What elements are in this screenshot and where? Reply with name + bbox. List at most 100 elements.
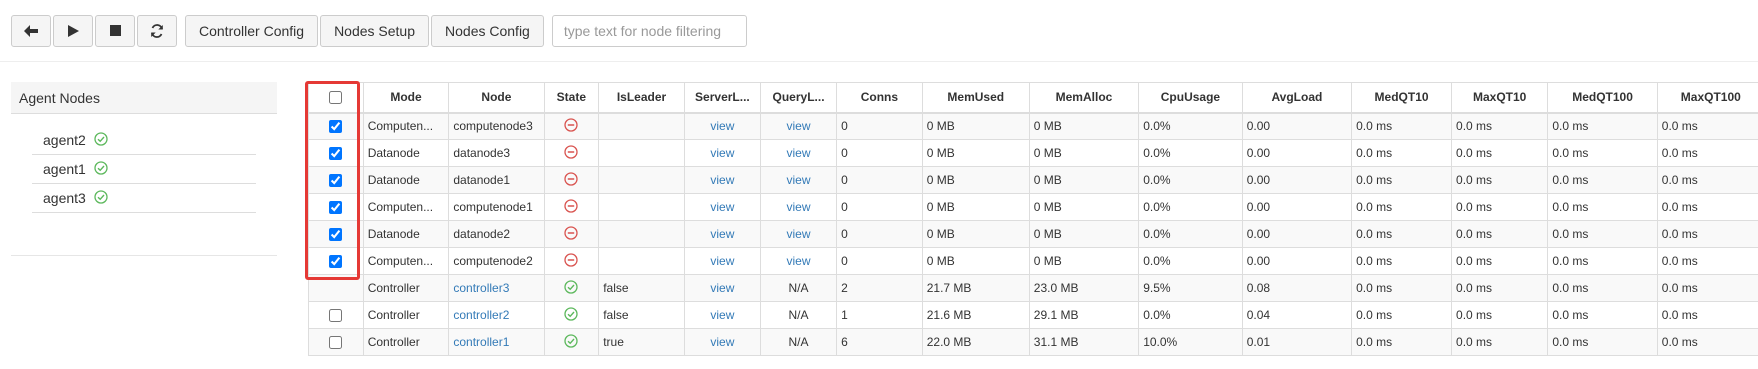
node-link[interactable]: controller1 xyxy=(453,335,509,349)
row-select-checkbox[interactable] xyxy=(329,228,343,242)
start-button[interactable] xyxy=(53,14,93,47)
column-header[interactable]: MedQT10 xyxy=(1351,82,1453,113)
query-log-cell: view xyxy=(759,220,838,248)
row-select-cell xyxy=(308,112,364,140)
column-header[interactable]: Node xyxy=(448,82,545,113)
row-select-checkbox[interactable] xyxy=(329,255,343,269)
nodes-config-button[interactable]: Nodes Config xyxy=(431,14,544,47)
row-select-checkbox[interactable] xyxy=(329,309,343,323)
column-header[interactable]: Conns xyxy=(836,82,923,113)
query-log-cell: view xyxy=(759,193,838,221)
column-header[interactable]: Mode xyxy=(362,82,450,113)
server-log-cell: view xyxy=(683,247,761,275)
node-link[interactable]: controller3 xyxy=(453,281,509,295)
server-log-cell: view xyxy=(683,220,761,248)
view-server-log-link[interactable]: view xyxy=(710,200,734,214)
column-header[interactable]: MaxQT10 xyxy=(1451,82,1549,113)
max-qt10-cell: 0.0 ms xyxy=(1451,193,1549,221)
minus-circle-icon xyxy=(564,225,578,240)
row-select-checkbox[interactable] xyxy=(329,120,343,134)
view-server-log-link[interactable]: view xyxy=(710,227,734,241)
column-header[interactable]: MemUsed xyxy=(921,82,1030,113)
view-server-log-link[interactable]: view xyxy=(710,254,734,268)
view-query-log-link[interactable]: view xyxy=(787,173,811,187)
view-server-log-link[interactable]: view xyxy=(710,173,734,187)
mode-cell: Controller xyxy=(362,328,450,356)
med-qt10-cell: 0.0 ms xyxy=(1351,220,1453,248)
view-query-log-link[interactable]: view xyxy=(787,119,811,133)
agent-item-agent2[interactable]: agent2 xyxy=(32,126,256,155)
column-header[interactable]: MedQT100 xyxy=(1547,82,1658,113)
is-leader-cell xyxy=(598,193,685,221)
conns-cell: 0 xyxy=(836,166,923,194)
server-log-cell: view xyxy=(683,301,761,329)
is-leader-cell xyxy=(598,247,685,275)
view-server-log-link[interactable]: view xyxy=(710,146,734,160)
table-row: Datanode datanode3 view view 0 0 MB 0 MB 0.0% 0.… xyxy=(308,139,1758,167)
view-query-log-link[interactable]: view xyxy=(787,200,811,214)
query-log-cell: view xyxy=(759,166,838,194)
view-server-log-link[interactable]: view xyxy=(710,281,734,295)
refresh-button[interactable] xyxy=(137,14,177,47)
avg-load-cell: 0.04 xyxy=(1241,301,1353,329)
view-server-log-link[interactable]: view xyxy=(710,308,734,322)
row-select-checkbox[interactable] xyxy=(329,201,343,215)
cpu-cell: 0.0% xyxy=(1138,112,1243,140)
mem-used-cell: 0 MB xyxy=(921,166,1030,194)
column-header[interactable]: MaxQT100 xyxy=(1656,82,1758,113)
row-select-checkbox[interactable] xyxy=(329,147,343,161)
column-header[interactable]: MemAlloc xyxy=(1028,82,1140,113)
mem-alloc-cell: 23.0 MB xyxy=(1028,274,1140,302)
server-log-cell: view xyxy=(683,139,761,167)
med-qt10-cell: 0.0 ms xyxy=(1351,139,1453,167)
agent-item-agent1[interactable]: agent1 xyxy=(32,155,256,184)
column-header[interactable]: IsLeader xyxy=(598,82,685,113)
is-leader-cell xyxy=(598,166,685,194)
agent-name: agent1 xyxy=(43,161,86,177)
conns-cell: 0 xyxy=(836,112,923,140)
med-qt100-cell: 0.0 ms xyxy=(1547,112,1658,140)
node-link[interactable]: controller2 xyxy=(453,308,509,322)
arrow-left-icon xyxy=(24,24,38,37)
med-qt100-cell: 0.0 ms xyxy=(1547,220,1658,248)
query-log-cell: N/A xyxy=(759,274,838,302)
state-cell xyxy=(543,301,600,329)
select-all-checkbox[interactable] xyxy=(329,91,343,105)
node-cell: computenode3 xyxy=(448,112,545,140)
column-header[interactable]: AvgLoad xyxy=(1241,82,1353,113)
nodes-table-container: Mode Node State IsLeader ServerL... QueryL...… xyxy=(308,82,1758,369)
back-button[interactable] xyxy=(11,14,51,47)
mode-cell: Datanode xyxy=(362,166,450,194)
view-query-log-link[interactable]: view xyxy=(787,254,811,268)
check-circle-icon xyxy=(564,333,578,348)
view-server-log-link[interactable]: view xyxy=(710,335,734,349)
toolbar: Controller Config Nodes Setup Nodes Conf… xyxy=(11,14,747,47)
table-row: Controller controller2 false view N/A 1 21.6 M… xyxy=(308,301,1758,329)
column-header[interactable]: ServerL... xyxy=(683,82,761,113)
row-select-checkbox[interactable] xyxy=(329,336,343,350)
view-server-log-link[interactable]: view xyxy=(710,119,734,133)
max-qt100-cell: 0.0 ms xyxy=(1656,274,1758,302)
controller-config-button[interactable]: Controller Config xyxy=(185,14,319,47)
column-header[interactable]: CpuUsage xyxy=(1138,82,1243,113)
is-leader-cell xyxy=(598,139,685,167)
mode-cell: Datanode xyxy=(362,220,450,248)
view-query-log-link[interactable]: view xyxy=(787,146,811,160)
node-filter-input[interactable] xyxy=(551,14,747,47)
stop-button[interactable] xyxy=(95,14,135,47)
nodes-setup-button[interactable]: Nodes Setup xyxy=(320,14,430,47)
table-row: Computen... computenode2 view view 0 0 MB 0 MB… xyxy=(308,247,1758,275)
mem-alloc-cell: 0 MB xyxy=(1028,247,1140,275)
max-qt100-cell: 0.0 ms xyxy=(1656,247,1758,275)
column-header[interactable]: State xyxy=(543,82,600,113)
query-log-cell: view xyxy=(759,247,838,275)
agent-item-agent3[interactable]: agent3 xyxy=(32,184,256,213)
query-log-cell: view xyxy=(759,112,838,140)
stopped-status xyxy=(564,198,578,216)
nodes-table: Mode Node State IsLeader ServerL... QueryL...… xyxy=(308,82,1758,356)
column-header[interactable]: QueryL... xyxy=(759,82,838,113)
med-qt100-cell: 0.0 ms xyxy=(1547,139,1658,167)
row-select-checkbox[interactable] xyxy=(329,174,343,188)
view-query-log-link[interactable]: view xyxy=(787,227,811,241)
mode-cell: Computen... xyxy=(362,193,450,221)
